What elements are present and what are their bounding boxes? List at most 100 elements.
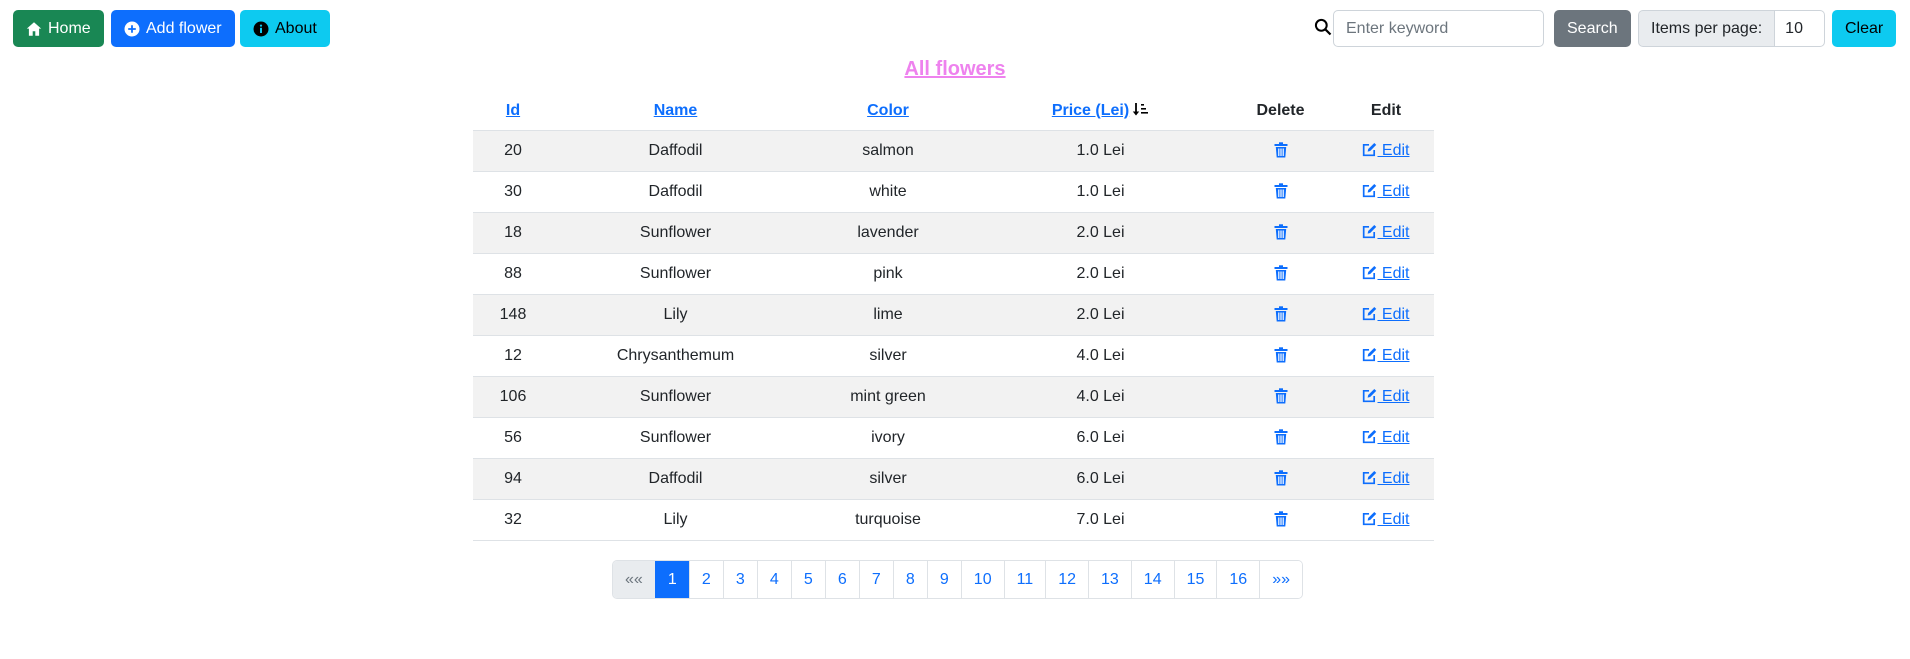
table-row: 32 Lily turquoise 7.0 Lei Edit	[473, 499, 1434, 541]
pagination-page[interactable]: 9	[926, 561, 961, 598]
search-input[interactable]	[1333, 10, 1544, 47]
edit-link[interactable]: Edit	[1362, 429, 1410, 446]
edit-icon	[1363, 347, 1377, 361]
delete-button[interactable]	[1274, 511, 1288, 528]
sort-by-id-link[interactable]: Id	[506, 102, 520, 119]
pagination-page[interactable]: 7	[858, 561, 893, 598]
delete-button[interactable]	[1274, 265, 1288, 282]
cell-name: Sunflower	[553, 376, 798, 418]
cell-price: 4.0 Lei	[978, 376, 1223, 418]
flowers-table: Id Name Color Price (Lei) Delete Edit 20…	[473, 92, 1434, 541]
pagination-page[interactable]: 12	[1045, 561, 1088, 598]
sort-by-name-link[interactable]: Name	[654, 102, 698, 119]
cell-price: 1.0 Lei	[978, 130, 1223, 172]
table-header-row: Id Name Color Price (Lei) Delete Edit	[473, 92, 1434, 131]
edit-link-label: Edit	[1377, 223, 1410, 241]
sort-by-price-link[interactable]: Price (Lei)	[1052, 102, 1129, 119]
sort-by-color-link[interactable]: Color	[867, 102, 909, 119]
add-flower-button[interactable]: Add flower	[111, 10, 235, 47]
search-button-label: Search	[1567, 20, 1618, 37]
pagination-page[interactable]: 4	[756, 561, 791, 598]
header-id: Id	[473, 92, 553, 131]
pagination-page[interactable]: 10	[960, 561, 1004, 598]
delete-button[interactable]	[1274, 224, 1288, 241]
delete-button[interactable]	[1274, 429, 1288, 446]
cell-delete	[1223, 458, 1338, 500]
edit-link-label: Edit	[1377, 264, 1410, 282]
table-row: 56 Sunflower ivory 6.0 Lei Edit	[473, 417, 1434, 459]
pagination-last[interactable]: »»	[1259, 561, 1302, 598]
delete-button[interactable]	[1274, 142, 1288, 159]
cell-color: silver	[798, 458, 978, 500]
edit-icon	[1363, 224, 1377, 238]
pagination-page[interactable]: 2	[688, 561, 723, 598]
trash-icon	[1274, 306, 1287, 322]
cell-price: 2.0 Lei	[978, 253, 1223, 295]
pagination-page[interactable]: 8	[892, 561, 927, 598]
cell-color: salmon	[798, 130, 978, 172]
search-button[interactable]: Search	[1554, 10, 1631, 47]
cell-name: Sunflower	[553, 417, 798, 459]
delete-button[interactable]	[1274, 470, 1288, 487]
pagination-page[interactable]: 11	[1003, 561, 1046, 598]
page-title: All flowers	[904, 58, 1006, 80]
trash-icon	[1274, 183, 1287, 199]
cell-price: 7.0 Lei	[978, 499, 1223, 541]
edit-link[interactable]: Edit	[1362, 347, 1410, 364]
pagination-page[interactable]: 5	[790, 561, 825, 598]
cell-edit: Edit	[1338, 171, 1434, 213]
delete-button[interactable]	[1274, 388, 1288, 405]
cell-id: 20	[473, 130, 553, 172]
edit-link-label: Edit	[1377, 469, 1410, 487]
delete-button[interactable]	[1274, 347, 1288, 364]
delete-button[interactable]	[1274, 183, 1288, 200]
cell-name: Chrysanthemum	[553, 335, 798, 377]
table-row: 18 Sunflower lavender 2.0 Lei Edit	[473, 212, 1434, 254]
cell-id: 56	[473, 417, 553, 459]
pagination-page[interactable]: 6	[824, 561, 859, 598]
edit-link[interactable]: Edit	[1362, 388, 1410, 405]
edit-link[interactable]: Edit	[1362, 223, 1410, 241]
edit-link[interactable]: Edit	[1362, 469, 1410, 487]
pagination-page[interactable]: 3	[722, 561, 757, 598]
cell-edit: Edit	[1338, 458, 1434, 500]
edit-link[interactable]: Edit	[1362, 264, 1410, 282]
edit-icon	[1363, 183, 1377, 197]
table-row: 30 Daffodil white 1.0 Lei Edit	[473, 171, 1434, 213]
trash-icon	[1274, 142, 1287, 158]
cell-edit: Edit	[1338, 417, 1434, 459]
edit-link[interactable]: Edit	[1362, 142, 1410, 159]
items-per-page-input[interactable]	[1775, 10, 1826, 47]
edit-link[interactable]: Edit	[1362, 182, 1410, 200]
table-row: 148 Lily lime 2.0 Lei Edit	[473, 294, 1434, 336]
cell-id: 88	[473, 253, 553, 295]
add-flower-button-label: Add flower	[146, 20, 222, 37]
pagination-page[interactable]: 1	[654, 561, 689, 598]
edit-link[interactable]: Edit	[1362, 306, 1410, 323]
cell-edit: Edit	[1338, 294, 1434, 336]
cell-color: ivory	[798, 417, 978, 459]
cell-price: 2.0 Lei	[978, 294, 1223, 336]
cell-delete	[1223, 376, 1338, 418]
cell-edit: Edit	[1338, 499, 1434, 541]
cell-name: Lily	[553, 294, 798, 336]
delete-button[interactable]	[1274, 306, 1288, 323]
edit-link-label: Edit	[1377, 182, 1410, 200]
sort-down-icon	[1132, 102, 1149, 116]
cell-name: Sunflower	[553, 253, 798, 295]
pagination-first[interactable]: ««	[613, 561, 655, 598]
cell-id: 148	[473, 294, 553, 336]
pagination-page[interactable]: 14	[1130, 561, 1174, 598]
clear-button[interactable]: Clear	[1832, 10, 1897, 47]
about-button[interactable]: About	[240, 10, 330, 47]
cell-delete	[1223, 253, 1338, 295]
pagination-page[interactable]: 16	[1216, 561, 1260, 598]
pagination-page[interactable]: 13	[1088, 561, 1131, 598]
edit-link[interactable]: Edit	[1362, 511, 1410, 528]
cell-color: lime	[798, 294, 978, 336]
home-button[interactable]: Home	[13, 10, 104, 47]
edit-icon	[1363, 388, 1377, 402]
pagination-page[interactable]: 15	[1173, 561, 1217, 598]
cell-edit: Edit	[1338, 130, 1434, 172]
cell-name: Daffodil	[553, 458, 798, 500]
